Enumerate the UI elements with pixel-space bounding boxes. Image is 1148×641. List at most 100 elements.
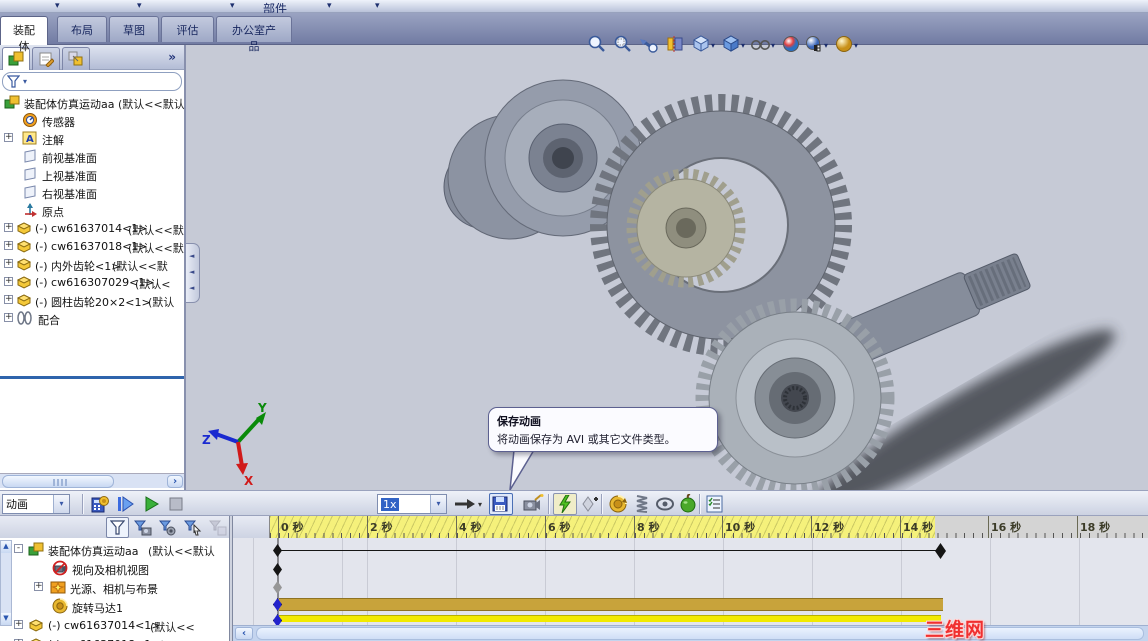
tab-property-manager[interactable] [32,47,60,70]
part-icon [16,276,32,289]
expander-icon[interactable]: + [4,277,13,286]
results-button[interactable] [703,493,727,515]
key-diamond-lights[interactable] [273,581,282,594]
tree-item-right-plane[interactable]: 右视基准面 [0,183,184,201]
calculate-button[interactable] [88,493,112,515]
playback-speed-combo[interactable]: 1x ▾ [377,494,447,514]
part-icon [30,638,42,641]
tree-item-top-plane[interactable]: 上视基准面 [0,165,184,183]
watermark: 三维网www.3dportal.cn [925,619,986,641]
ruler-label: 0 秒 [281,521,304,534]
animation-duration-line [281,550,941,551]
animation-wizard-button[interactable] [521,493,545,515]
collapse-panel-chevrons[interactable]: » [168,50,176,64]
tree-item-part-cw61637018[interactable]: + (-) cw61637018<1> (默认<<默 [0,237,184,255]
tab-layout[interactable]: 布局 [57,16,107,42]
save-animation-button[interactable] [489,493,513,515]
sensor-icon [23,113,37,127]
motion-tree-item-orientation[interactable]: 视向及相机视图 [0,559,229,577]
expander-icon[interactable]: + [4,295,13,304]
filter-dropdown-icon[interactable]: ▾ [23,77,27,86]
spring-button[interactable] [630,493,654,515]
menu-strip: ▾ ▾ ▾ 部件 ▾ ▾ [0,0,1148,16]
key-diamond-orientation[interactable] [273,563,282,576]
play-button[interactable] [140,493,164,515]
part-icon [16,258,32,271]
auto-key-button[interactable] [553,493,577,515]
play-from-start-button[interactable] [114,493,138,515]
key-diamond-root[interactable] [273,544,282,557]
ruler-label: 18 秒 [1080,521,1111,534]
tree-item-mates[interactable]: + 配合 [0,309,184,327]
tab-sketch[interactable]: 草图 [109,16,159,42]
stop-button[interactable] [164,493,188,515]
damper-button[interactable] [653,493,677,515]
assembly-icon [4,95,20,109]
expander-icon[interactable]: - [14,544,23,553]
panel-splitter-handle[interactable]: ◄ ◄ ◄ [186,243,200,303]
tab-configuration-manager[interactable] [62,47,90,70]
filter-animated-button[interactable] [131,517,154,538]
toolbar-dropdown-icon[interactable]: ▾ [327,1,332,11]
tree-item-origin[interactable]: 原点 [0,201,184,219]
tree-item-part-cw616307029[interactable]: + (-) cw616307029<1> (默认< [0,273,184,291]
gravity-button[interactable] [676,493,700,515]
motion-tree-item-lights[interactable]: + 光源、相机与布景 [0,578,229,596]
plane-icon [24,167,36,181]
ruler-label: 10 秒 [725,521,756,534]
study-type-combo[interactable]: 动画 ▾ [2,494,70,514]
toolbar-dropdown-icon[interactable]: ▾ [230,1,235,11]
solidworks-window: ▾ ▾ ▾ 部件 ▾ ▾ 装配体 布局 草图 评估 办公室产品 ▾ ▾ ▾ ▾ … [0,0,1148,641]
timeline-track-area[interactable] [233,538,1148,625]
combo-dropdown-icon[interactable]: ▾ [430,495,446,513]
ruler-label: 8 秒 [637,521,660,534]
toolbar-dropdown-icon[interactable]: ▾ [55,1,60,11]
scroll-right-icon[interactable]: › [167,475,183,488]
part-change-bar[interactable] [279,615,941,622]
scroll-left-icon[interactable]: ‹ [235,627,253,640]
tree-item-part-internal-external-gear[interactable]: + (-) 内外齿轮<1> (默认<<默 [0,255,184,273]
end-key-diamond[interactable] [935,543,946,559]
combo-dropdown-icon[interactable]: ▾ [53,495,69,513]
motion-tree-item-part-cw61637014[interactable]: + (-) cw61637014<1> (默认<< [0,616,229,634]
tree-item-part-cylindrical-gear[interactable]: + (-) 圆柱齿轮20×2<1> (默认 [0,291,184,309]
motor-button[interactable] [606,493,630,515]
filter-driving-button[interactable] [156,517,179,538]
expander-icon[interactable]: + [4,133,13,142]
save-animation-tooltip: 保存动画 将动画保存为 AVI 或其它文件类型。 [488,407,718,452]
motion-tree-item-part-cw61637018[interactable]: + (-) cw61637018<1> (默 [0,635,229,641]
motor-change-bar[interactable] [279,598,943,611]
tree-item-front-plane[interactable]: 前视基准面 [0,147,184,165]
motion-tree-item-root[interactable]: - 装配体仿真运动aa (默认<<默认 [0,540,229,558]
tab-office-products[interactable]: 办公室产品 [216,16,292,53]
tree-item-sensors[interactable]: 传感器 [0,111,184,129]
no-filter-button[interactable] [106,517,129,538]
filter-funnel-icon [7,75,20,88]
dropdown-arrow-icon[interactable]: ▾ [478,500,482,509]
tree-item-part-cw61637014[interactable]: + (-) cw61637014<1> (默认<<默 [0,219,184,237]
expander-icon[interactable]: + [14,620,23,629]
tab-assembly[interactable]: 装配体 [0,16,48,53]
command-manager-tabs: 装配体 布局 草图 评估 办公室产品 ▾ ▾ ▾ ▾ ▾ [0,13,1148,53]
timeline-ruler[interactable]: 0 秒 2 秒 4 秒 6 秒 8 秒 10 秒 12 秒 14 秒 16 秒 … [270,516,1148,538]
feature-tree-hscrollbar[interactable]: › [0,473,184,488]
toolbar-dropdown-icon[interactable]: ▾ [375,1,380,11]
expander-icon[interactable]: + [34,582,43,591]
playback-mode-button[interactable] [452,493,478,515]
tab-evaluate[interactable]: 评估 [161,16,214,42]
expander-icon[interactable]: + [4,313,13,322]
ruler-label: 12 秒 [814,521,845,534]
expander-icon[interactable]: + [4,259,13,268]
add-key-button[interactable] [578,493,602,515]
filter-results-button[interactable] [206,517,229,538]
filter-selected-button[interactable] [181,517,204,538]
toolbar-dropdown-icon[interactable]: ▾ [137,1,142,11]
tooltip-title: 保存动画 [497,415,541,428]
scrollbar-thumb[interactable] [2,475,114,488]
expander-icon[interactable]: + [4,241,13,250]
expander-icon[interactable]: + [4,223,13,232]
tree-item-annotations[interactable]: + A 注解 [0,129,184,147]
motion-tree-item-rotary-motor[interactable]: 旋转马达1 [0,597,229,615]
tree-item-assembly-root[interactable]: 装配体仿真运动aa (默认<<默认 [0,93,184,111]
tree-filter-bar[interactable]: ▾ [2,72,182,91]
